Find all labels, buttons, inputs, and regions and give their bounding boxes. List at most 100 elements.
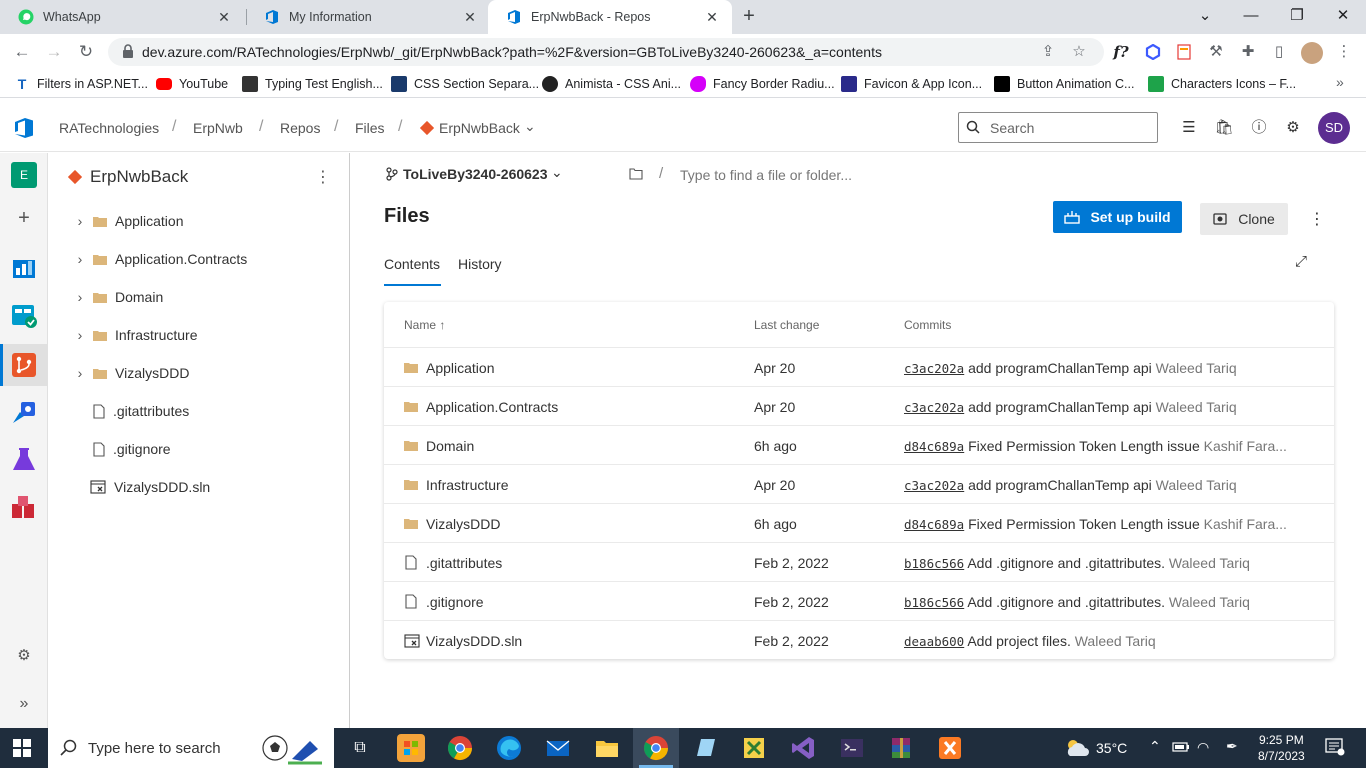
tab-contents[interactable]: Contents: [384, 256, 440, 272]
xampp-icon[interactable]: [936, 734, 964, 762]
extensions-puzzle-icon[interactable]: ✚: [1237, 41, 1259, 63]
breadcrumb-repo[interactable]: ErpNwbBack: [439, 120, 520, 136]
table-row[interactable]: VizalysDDD.sln Feb 2, 2022 deaab600 Add …: [384, 620, 1334, 659]
shopping-bag-icon[interactable]: 🛍: [1213, 117, 1235, 139]
bookmark-typing-test[interactable]: Typing Test English...: [242, 74, 383, 94]
tree-more-kebab-icon[interactable]: ⋮: [315, 167, 331, 187]
windows-start-icon[interactable]: [13, 739, 31, 757]
pen-icon[interactable]: ✒: [1226, 738, 1238, 755]
project-settings-gear-icon[interactable]: ⚙: [10, 642, 38, 670]
temperature-text[interactable]: 35°C: [1096, 740, 1127, 756]
project-avatar[interactable]: E: [11, 162, 37, 188]
tab-erpnwbback-repos[interactable]: ErpNwbBack - Repos ✕: [488, 0, 732, 34]
commit-hash-link[interactable]: d84c689a: [904, 439, 964, 454]
repos-icon[interactable]: [10, 351, 38, 379]
chevron-right-icon[interactable]: ›: [67, 213, 93, 229]
menu-kebab-icon[interactable]: ⋮: [1333, 41, 1355, 63]
fullscreen-expand-icon[interactable]: ⤢: [1295, 253, 1307, 270]
tab-whatsapp[interactable]: WhatsApp ✕: [0, 0, 244, 34]
forward-arrow-icon[interactable]: →: [43, 41, 65, 63]
file-name-link[interactable]: .gitignore: [426, 594, 484, 610]
extension-hex-icon[interactable]: [1142, 41, 1164, 63]
tab-search-chevron-icon[interactable]: ⌄: [1182, 0, 1228, 32]
close-icon[interactable]: ✕: [460, 9, 480, 26]
commit-hash-link[interactable]: b186c566: [904, 595, 964, 610]
table-row[interactable]: Application Apr 20 c3ac202a add programC…: [384, 347, 1334, 386]
search-highlight-soccer-icon[interactable]: [258, 731, 324, 765]
commit-hash-link[interactable]: c3ac202a: [904, 361, 964, 376]
terminal-icon[interactable]: [838, 734, 866, 762]
file-name-link[interactable]: Application.Contracts: [426, 399, 558, 415]
bookmark-fancy-border[interactable]: Fancy Border Radiu...: [690, 74, 835, 94]
close-icon[interactable]: ✕: [702, 9, 722, 26]
mail-icon[interactable]: [544, 734, 572, 762]
branch-selector[interactable]: ToLiveBy3240-260623: [403, 166, 548, 182]
extension-form-icon[interactable]: [1173, 41, 1195, 63]
more-actions-kebab-icon[interactable]: ⋮: [1309, 209, 1325, 229]
new-tab-button[interactable]: +: [736, 3, 762, 29]
breadcrumb-section[interactable]: Repos: [280, 120, 320, 136]
azure-devops-logo-icon[interactable]: [12, 116, 36, 140]
path-search-input[interactable]: Type to find a file or folder...: [680, 167, 852, 183]
test-plans-icon[interactable]: [10, 446, 38, 474]
tree-repo-title[interactable]: ErpNwbBack: [90, 167, 188, 187]
bookmark-favicon[interactable]: Favicon & App Icon...: [841, 74, 982, 94]
breadcrumb-files[interactable]: Files: [355, 120, 385, 136]
more-bookmarks-chevron-icon[interactable]: »: [1336, 74, 1344, 90]
table-row[interactable]: Infrastructure Apr 20 c3ac202a add progr…: [384, 464, 1334, 503]
side-panel-icon[interactable]: ▯: [1268, 41, 1290, 63]
weather-cloud-icon[interactable]: [1064, 736, 1090, 758]
url-text[interactable]: dev.azure.com/RATechnologies/ErpNwb/_git…: [142, 44, 882, 60]
close-window-button[interactable]: ✕: [1320, 0, 1366, 32]
folder-outline-icon[interactable]: [629, 168, 643, 180]
chevron-right-icon[interactable]: ›: [67, 327, 93, 343]
commit-hash-link[interactable]: b186c566: [904, 556, 964, 571]
tree-item-vizalysddd-sln[interactable]: VizalysDDD.sln: [49, 468, 349, 506]
table-row[interactable]: VizalysDDD 6h ago d84c689a Fixed Permiss…: [384, 503, 1334, 542]
task-view-icon[interactable]: ⧉: [350, 738, 370, 758]
chevron-right-icon[interactable]: ›: [67, 289, 93, 305]
table-row[interactable]: .gitignore Feb 2, 2022 b186c566 Add .git…: [384, 581, 1334, 620]
lock-icon[interactable]: [122, 44, 134, 58]
wifi-icon[interactable]: ◠: [1197, 739, 1209, 756]
close-icon[interactable]: ✕: [214, 9, 234, 26]
set-up-build-button[interactable]: Set up build: [1053, 201, 1182, 233]
file-name-link[interactable]: .gitattributes: [426, 555, 502, 571]
microsoft-store-icon[interactable]: [397, 734, 425, 762]
tree-item-application[interactable]: › Application: [49, 202, 349, 240]
tree-item-application-contracts[interactable]: › Application.Contracts: [49, 240, 349, 278]
artifacts-icon[interactable]: [10, 494, 38, 522]
task-list-icon[interactable]: ☰: [1178, 117, 1200, 139]
bookmark-youtube[interactable]: YouTube: [156, 74, 228, 94]
chevron-down-icon[interactable]: ⌄: [524, 118, 536, 135]
chevron-right-icon[interactable]: ›: [67, 251, 93, 267]
bookmark-filters-aspnet[interactable]: T Filters in ASP.NET...: [14, 74, 148, 94]
file-name-link[interactable]: Application: [426, 360, 495, 376]
file-name-link[interactable]: Domain: [426, 438, 474, 454]
tree-item-gitattributes[interactable]: .gitattributes: [49, 392, 349, 430]
tree-item-infrastructure[interactable]: › Infrastructure: [49, 316, 349, 354]
profile-avatar[interactable]: [1301, 42, 1323, 64]
commit-hash-link[interactable]: c3ac202a: [904, 400, 964, 415]
show-hidden-icons-chevron-icon[interactable]: ⌃: [1149, 738, 1161, 755]
file-name-link[interactable]: Infrastructure: [426, 477, 508, 493]
boards-icon[interactable]: [10, 302, 38, 330]
edge-icon[interactable]: [495, 734, 523, 762]
search-box[interactable]: [958, 112, 1158, 143]
taskbar-clock[interactable]: 9:25 PM 8/7/2023: [1258, 732, 1305, 764]
back-arrow-icon[interactable]: ←: [11, 41, 33, 63]
taskbar-search-placeholder[interactable]: Type here to search: [88, 740, 221, 757]
breadcrumb-project[interactable]: ErpNwb: [193, 120, 243, 136]
chevron-right-icon[interactable]: ›: [67, 365, 93, 381]
chrome-icon[interactable]: [446, 734, 474, 762]
bookmark-characters-icons[interactable]: Characters Icons – F...: [1148, 74, 1296, 94]
expand-rail-chevron-icon[interactable]: »: [10, 690, 38, 718]
breadcrumb-org[interactable]: RATechnologies: [59, 120, 159, 136]
bookmark-css-section[interactable]: CSS Section Separa...: [391, 74, 539, 94]
chevron-down-icon[interactable]: ⌄: [551, 164, 563, 181]
restore-button[interactable]: ❐: [1274, 0, 1320, 32]
reload-icon[interactable]: ↻: [75, 41, 97, 63]
notification-icon[interactable]: [1325, 738, 1345, 756]
commit-hash-link[interactable]: c3ac202a: [904, 478, 964, 493]
tree-item-gitignore[interactable]: .gitignore: [49, 430, 349, 468]
